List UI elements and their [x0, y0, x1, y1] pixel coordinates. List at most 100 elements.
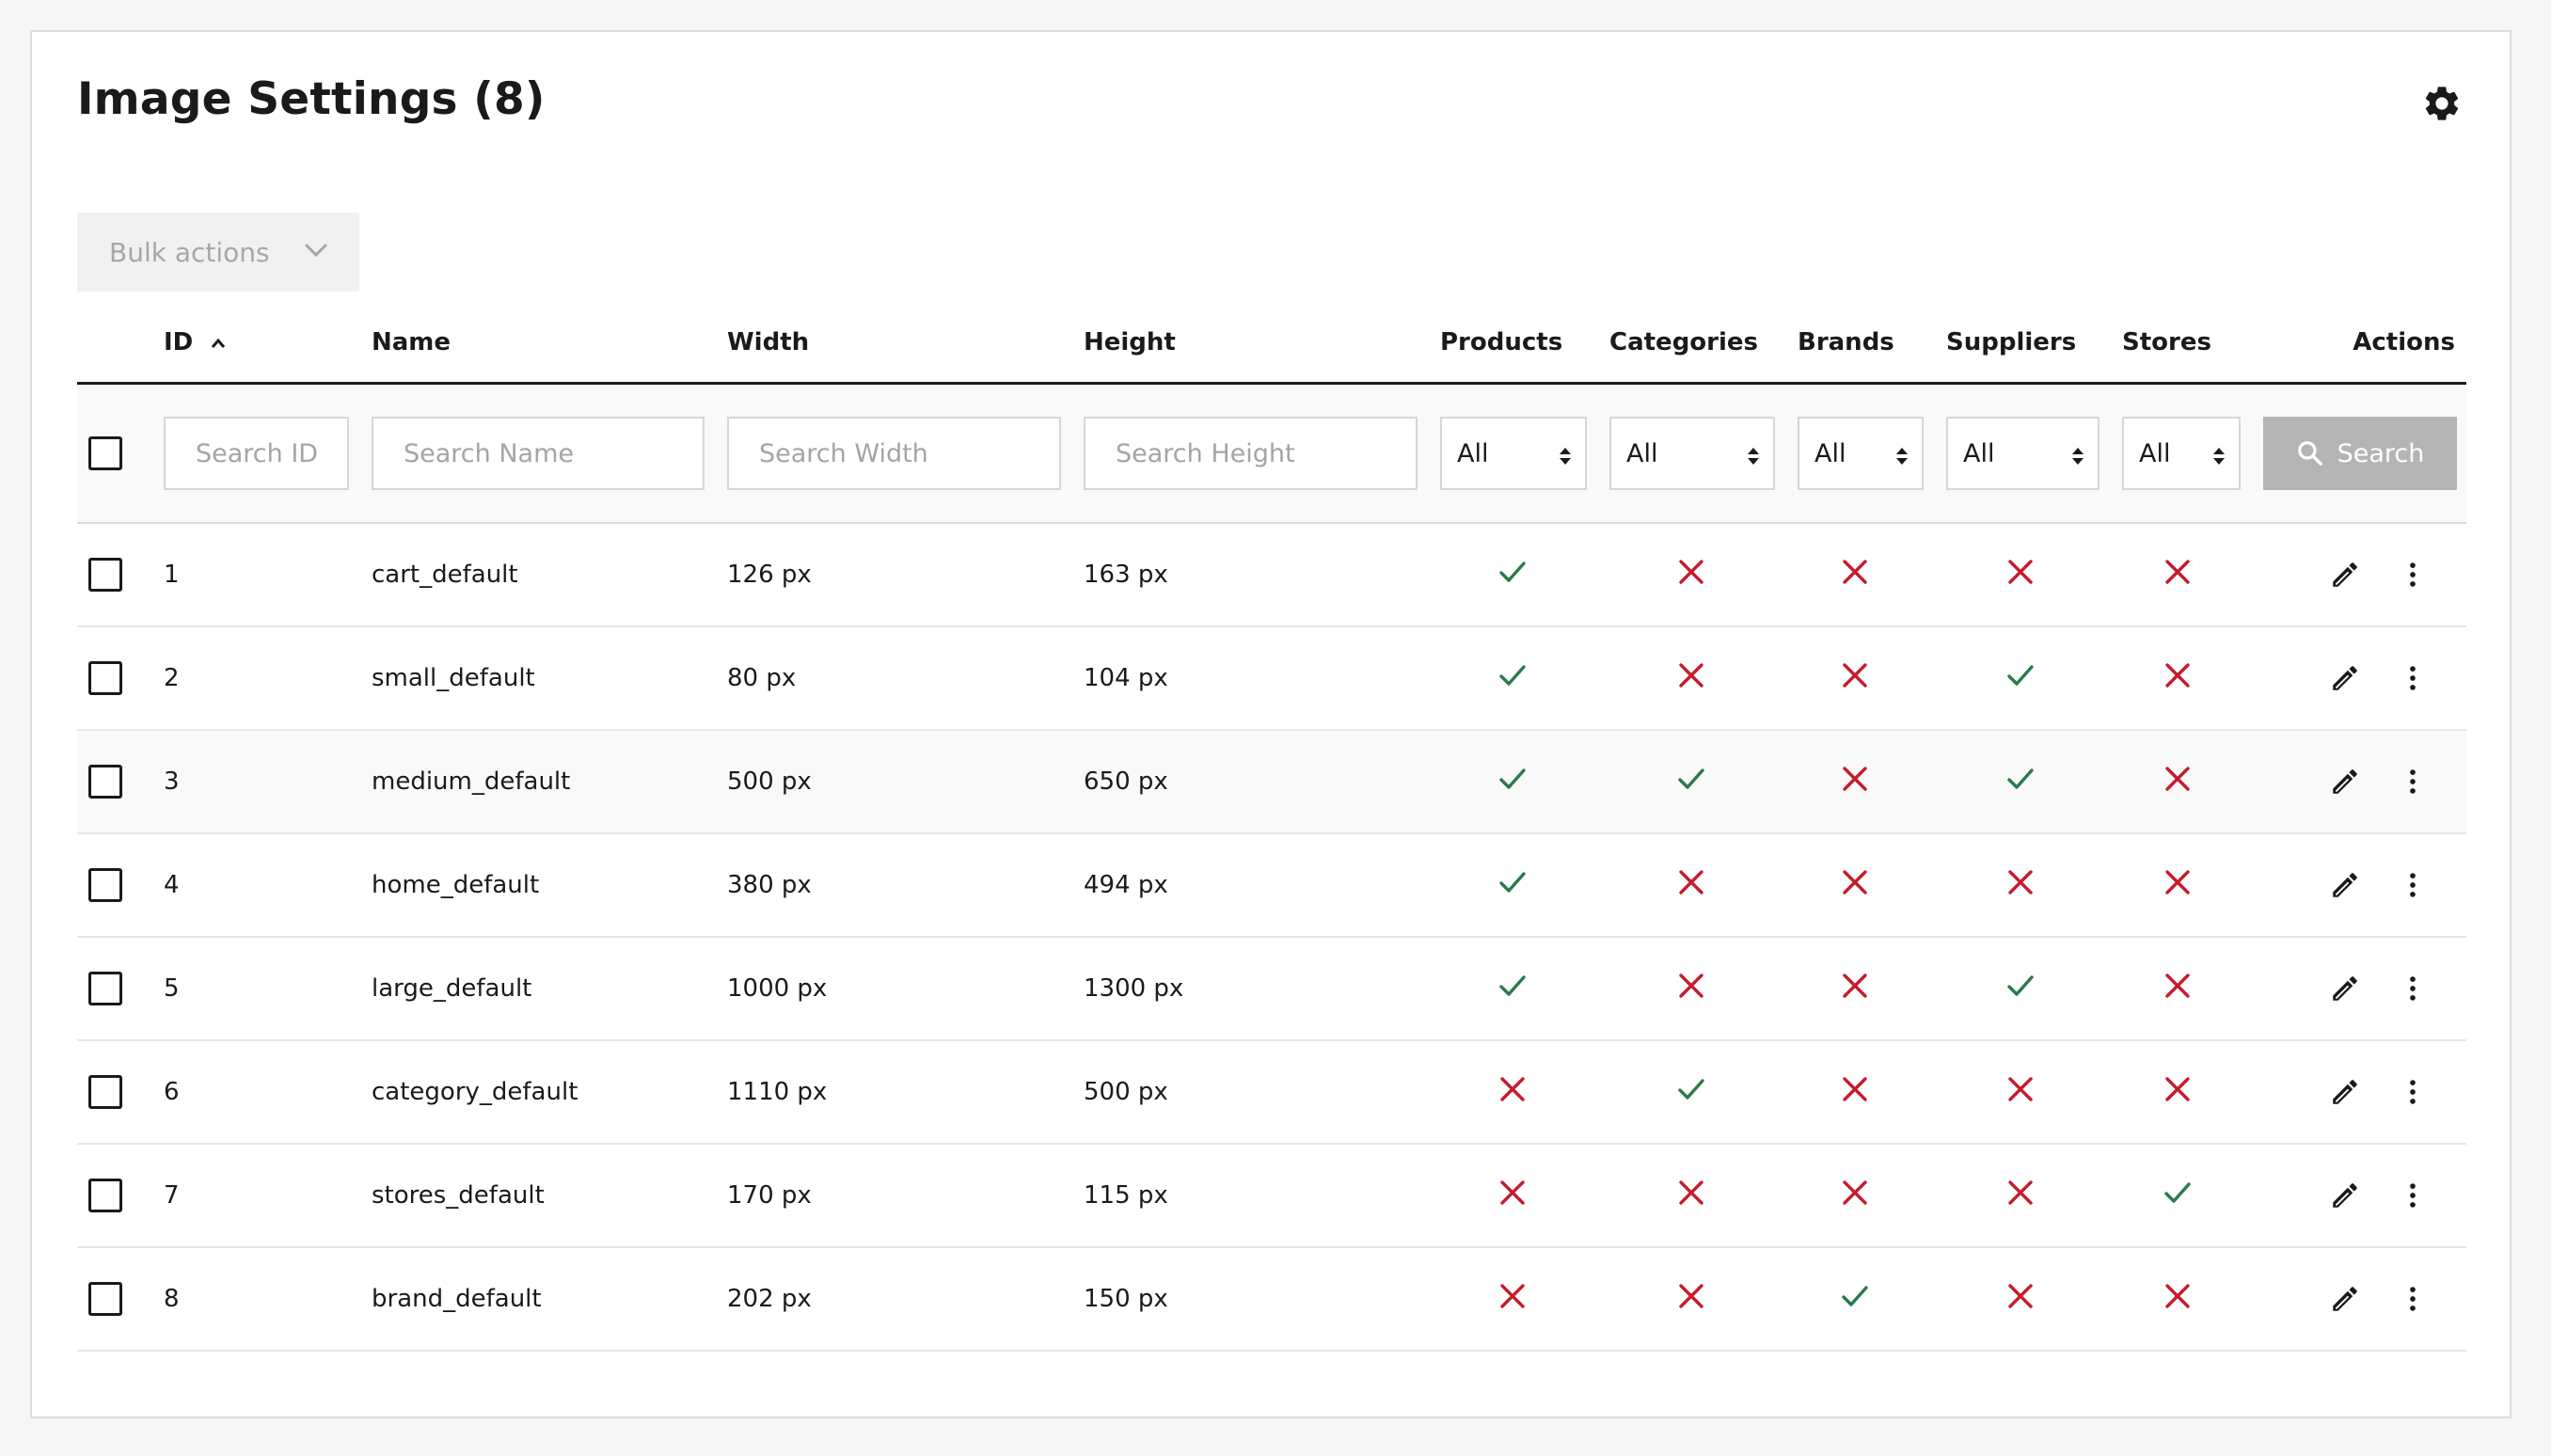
search-name-input[interactable] [372, 417, 705, 490]
header-width[interactable]: Width [727, 303, 1084, 385]
more-vertical-icon[interactable] [2397, 973, 2429, 1005]
sort-ascending-icon[interactable] [210, 338, 227, 349]
brands-filter-select[interactable]: All [1798, 417, 1924, 490]
table-row[interactable]: 6 category_default 1110 px 500 px [77, 1040, 2466, 1145]
check-icon [1675, 1073, 1707, 1105]
table-row[interactable]: 7 stores_default 170 px 115 px [77, 1144, 2466, 1248]
row-actions [2263, 1247, 2466, 1352]
header-height[interactable]: Height [1084, 303, 1440, 385]
table-row[interactable]: 3 medium_default 500 px 650 px [77, 730, 2466, 834]
header-brands[interactable]: Brands [1798, 303, 1946, 385]
suppliers-filter-select[interactable]: All [1946, 417, 2099, 490]
row-height: 500 px [1084, 1040, 1440, 1145]
cross-icon [2162, 970, 2194, 1002]
row-height: 115 px [1084, 1144, 1440, 1248]
more-vertical-icon[interactable] [2397, 1283, 2429, 1315]
more-vertical-icon[interactable] [2397, 1076, 2429, 1108]
edit-pencil-icon[interactable] [2329, 973, 2361, 1005]
row-products-cell [1440, 833, 1609, 938]
row-products-cell [1440, 937, 1609, 1041]
edit-pencil-icon[interactable] [2329, 559, 2361, 591]
row-name: home_default [372, 833, 727, 938]
row-height: 494 px [1084, 833, 1440, 938]
table-row[interactable]: 1 cart_default 126 px 163 px [77, 523, 2466, 627]
row-name: large_default [372, 937, 727, 1041]
row-categories-cell [1609, 626, 1798, 731]
row-checkbox[interactable] [88, 1282, 122, 1316]
row-height: 150 px [1084, 1247, 1440, 1352]
edit-pencil-icon[interactable] [2329, 1179, 2361, 1211]
row-stores-cell [2122, 626, 2263, 731]
products-filter-select[interactable]: All [1440, 417, 1587, 490]
stores-filter-select[interactable]: All [2122, 417, 2241, 490]
row-checkbox[interactable] [88, 1179, 122, 1212]
search-button[interactable]: Search [2263, 417, 2457, 490]
edit-pencil-icon[interactable] [2329, 766, 2361, 798]
check-icon [1497, 970, 1529, 1002]
row-checkbox[interactable] [88, 558, 122, 592]
check-icon [1497, 763, 1529, 795]
header-select [77, 303, 164, 385]
more-vertical-icon[interactable] [2397, 766, 2429, 798]
edit-pencil-icon[interactable] [2329, 1283, 2361, 1315]
edit-pencil-icon[interactable] [2329, 1076, 2361, 1108]
edit-pencil-icon[interactable] [2329, 662, 2361, 694]
more-vertical-icon[interactable] [2397, 869, 2429, 901]
bulk-actions-dropdown[interactable]: Bulk actions [77, 213, 359, 292]
row-checkbox[interactable] [88, 765, 122, 799]
header-id[interactable]: ID [164, 303, 372, 385]
cross-icon [1497, 1280, 1529, 1312]
categories-filter-value: All [1626, 438, 1658, 468]
edit-pencil-icon[interactable] [2329, 869, 2361, 901]
header-products[interactable]: Products [1440, 303, 1609, 385]
row-width: 1000 px [727, 937, 1084, 1041]
row-id: 8 [164, 1247, 372, 1352]
select-arrows-icon [1560, 448, 1571, 465]
row-checkbox[interactable] [88, 972, 122, 1005]
row-suppliers-cell [1946, 626, 2122, 731]
row-checkbox[interactable] [88, 1075, 122, 1109]
row-actions [2263, 523, 2466, 627]
check-icon [2004, 970, 2036, 1002]
table-row[interactable]: 5 large_default 1000 px 1300 px [77, 937, 2466, 1041]
cross-icon [2162, 866, 2194, 898]
more-vertical-icon[interactable] [2397, 559, 2429, 591]
row-categories-cell [1609, 1144, 1798, 1248]
select-all-checkbox[interactable] [88, 436, 122, 470]
cross-icon [2004, 1073, 2036, 1105]
search-height-input[interactable] [1084, 417, 1418, 490]
search-id-input[interactable] [164, 417, 349, 490]
row-suppliers-cell [1946, 730, 2122, 834]
search-width-input[interactable] [727, 417, 1061, 490]
row-width: 126 px [727, 523, 1084, 627]
header-name[interactable]: Name [372, 303, 727, 385]
header-stores[interactable]: Stores [2122, 303, 2263, 385]
row-checkbox[interactable] [88, 661, 122, 695]
cross-icon [2162, 1073, 2194, 1105]
cross-icon [2004, 866, 2036, 898]
cross-icon [1839, 1177, 1871, 1209]
header-categories[interactable]: Categories [1609, 303, 1798, 385]
row-actions [2263, 1144, 2466, 1248]
search-icon [2297, 441, 2322, 466]
row-suppliers-cell [1946, 1040, 2122, 1145]
table-row[interactable]: 2 small_default 80 px 104 px [77, 626, 2466, 731]
table-row[interactable]: 8 brand_default 202 px 150 px [77, 1247, 2466, 1352]
more-vertical-icon[interactable] [2397, 662, 2429, 694]
row-suppliers-cell [1946, 1247, 2122, 1352]
more-vertical-icon[interactable] [2397, 1179, 2429, 1211]
row-checkbox[interactable] [88, 868, 122, 902]
row-name: medium_default [372, 730, 727, 834]
row-actions [2263, 626, 2466, 731]
table-row[interactable]: 4 home_default 380 px 494 px [77, 833, 2466, 938]
cross-icon [2162, 556, 2194, 588]
gear-icon[interactable] [2421, 83, 2463, 124]
row-products-cell [1440, 1040, 1609, 1145]
page-title: Image Settings (8) [77, 73, 546, 125]
row-products-cell [1440, 626, 1609, 731]
header-id-label: ID [164, 328, 194, 356]
row-brands-cell [1798, 1247, 1946, 1352]
header-suppliers[interactable]: Suppliers [1946, 303, 2122, 385]
select-arrows-icon [1748, 448, 1759, 465]
categories-filter-select[interactable]: All [1609, 417, 1775, 490]
